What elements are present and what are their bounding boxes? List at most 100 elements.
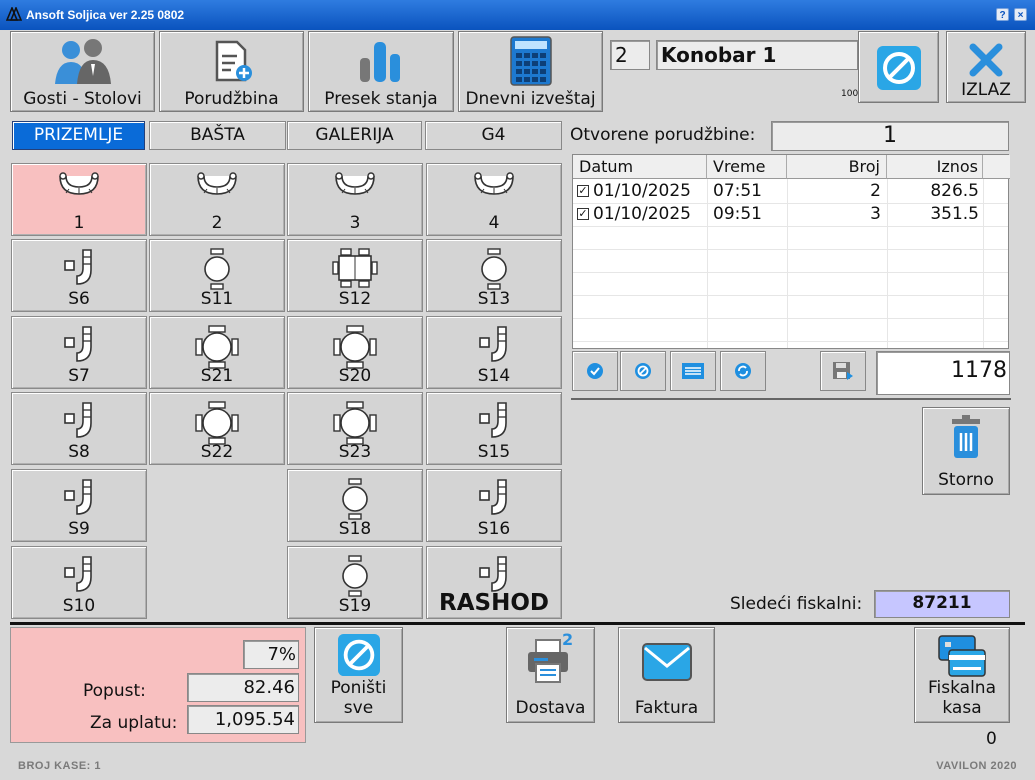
faktura-label: Faktura: [634, 698, 699, 718]
table-tile-s19[interactable]: S19: [287, 546, 423, 619]
table-label: S22: [200, 442, 234, 462]
presek-stanja-button[interactable]: Presek stanja: [308, 31, 454, 112]
confirm-order-button[interactable]: [572, 351, 618, 391]
dostava-badge: 2: [562, 630, 574, 649]
table-tile-s23[interactable]: S23: [287, 392, 423, 465]
izlaz-button[interactable]: IZLAZ: [946, 31, 1026, 103]
storno-button[interactable]: Storno: [922, 407, 1010, 495]
table-label: S7: [68, 366, 90, 386]
list-icon: [682, 363, 704, 379]
cell-broj: 2: [870, 181, 881, 201]
dnevni-izvestaj-label: Dnevni izveštaj: [465, 89, 596, 109]
table-label: S21: [200, 366, 234, 386]
cancel-order-button[interactable]: [620, 351, 666, 391]
footer-broj-kase: BROJ KASE: 1: [18, 760, 102, 772]
dostava-button[interactable]: 2 Dostava: [506, 627, 595, 723]
col-vreme[interactable]: Vreme: [707, 155, 787, 179]
table-tile-s15[interactable]: S15: [426, 392, 562, 465]
table-label: S19: [338, 596, 372, 616]
table-tile-s14[interactable]: S14: [426, 316, 562, 389]
storno-label: Storno: [938, 470, 994, 490]
table-tile-s16[interactable]: S16: [426, 469, 562, 542]
table-tile-rashod[interactable]: RASHOD: [426, 546, 562, 619]
waiter-id-field: 2: [610, 40, 650, 70]
popust-value: 82.46: [187, 673, 299, 702]
faktura-button[interactable]: Faktura: [618, 627, 715, 723]
fiscal-label: Sledeći fiskalni:: [730, 594, 863, 614]
table-label: RASHOD: [439, 590, 549, 616]
title-bar: Ansoft Soljica ver 2.25 0802 ? ×: [0, 0, 1035, 30]
table-tile-s11[interactable]: S11: [149, 239, 285, 312]
gosti-stolovi-button[interactable]: Gosti - Stolovi: [10, 31, 155, 112]
orders-table[interactable]: Datum Vreme Broj Iznos ✓ 01/10/2025 07:51 2…: [572, 154, 1010, 349]
col-broj[interactable]: Broj: [787, 155, 887, 179]
tab-g4[interactable]: G4: [425, 121, 562, 150]
bar-chart-icon: [360, 42, 400, 82]
close-icon[interactable]: ×: [1014, 8, 1027, 21]
table-label: S10: [62, 596, 96, 616]
col-iznos[interactable]: Iznos: [887, 155, 983, 179]
table-tile-s6[interactable]: S6: [11, 239, 147, 312]
table-tile-s20[interactable]: S20: [287, 316, 423, 389]
table-label: S23: [338, 442, 372, 462]
table-tile-s7[interactable]: S7: [11, 316, 147, 389]
fiskalna-label-line1: Fiskalna: [928, 678, 996, 698]
table-label: 1: [73, 213, 85, 233]
orders-label: Otvorene porudžbine:: [570, 125, 756, 145]
tab-basta[interactable]: BAŠTA: [149, 121, 286, 150]
izlaz-label: IZLAZ: [961, 80, 1011, 100]
table-label: S8: [68, 442, 90, 462]
save-button[interactable]: [820, 351, 866, 391]
list-view-button[interactable]: [670, 351, 716, 391]
table-tile-3[interactable]: 3: [287, 163, 423, 236]
table-label: S11: [200, 289, 234, 309]
bottom-divider: [10, 622, 1025, 625]
table-tile-1[interactable]: 1: [11, 163, 147, 236]
dnevni-izvestaj-button[interactable]: Dnevni izveštaj: [458, 31, 603, 112]
cell-iznos: 351.5: [930, 204, 979, 224]
table-tile-s12[interactable]: S12: [287, 239, 423, 312]
table-label: 3: [349, 213, 361, 233]
table-label: S13: [477, 289, 511, 309]
cell-vreme: 07:51: [713, 181, 762, 201]
table-tile-s10[interactable]: S10: [11, 546, 147, 619]
row-checkbox[interactable]: ✓: [577, 208, 589, 220]
porudzbina-button[interactable]: Porudžbina: [159, 31, 304, 112]
table-tile-4[interactable]: 4: [426, 163, 562, 236]
table-row[interactable]: ✓ 01/10/2025 09:51 3 351.5: [573, 203, 1008, 226]
col-datum[interactable]: Datum: [573, 155, 707, 179]
table-label: S6: [68, 289, 90, 309]
table-tile-s8[interactable]: S8: [11, 392, 147, 465]
fiskalna-label-line2: kasa: [942, 698, 982, 718]
table-label: S20: [338, 366, 372, 386]
table-tile-s13[interactable]: S13: [426, 239, 562, 312]
help-icon[interactable]: ?: [996, 8, 1009, 21]
check-icon: [587, 363, 603, 379]
table-tile-s18[interactable]: S18: [287, 469, 423, 542]
block-icon: [635, 363, 651, 379]
block-icon: [876, 46, 921, 90]
table-tile-s22[interactable]: S22: [149, 392, 285, 465]
ponisti-sve-button[interactable]: Poništi sve: [314, 627, 403, 723]
table-label: S16: [477, 519, 511, 539]
table-row[interactable]: ✓ 01/10/2025 07:51 2 826.5: [573, 180, 1008, 203]
table-tile-s21[interactable]: S21: [149, 316, 285, 389]
dostava-label: Dostava: [515, 698, 586, 718]
table-label: S15: [477, 442, 511, 462]
table-label: 2: [211, 213, 223, 233]
refresh-button[interactable]: [720, 351, 766, 391]
row-checkbox[interactable]: ✓: [577, 185, 589, 197]
mail-icon: [641, 643, 692, 681]
cancel-waiter-button[interactable]: [858, 31, 939, 103]
tab-prizemlje[interactable]: PRIZEMLJE: [12, 121, 145, 150]
tab-galerija[interactable]: GALERIJA: [287, 121, 422, 150]
table-label: S18: [338, 519, 372, 539]
table-tile-2[interactable]: 2: [149, 163, 285, 236]
table-tile-s9[interactable]: S9: [11, 469, 147, 542]
ponisti-label-line2: sve: [343, 698, 374, 718]
fiskalna-kasa-button[interactable]: Fiskalna kasa: [914, 627, 1010, 723]
cell-broj: 3: [870, 204, 881, 224]
guests-icon: [54, 39, 111, 84]
discount-percent[interactable]: 7%: [243, 640, 299, 669]
refresh-icon: [735, 363, 751, 379]
